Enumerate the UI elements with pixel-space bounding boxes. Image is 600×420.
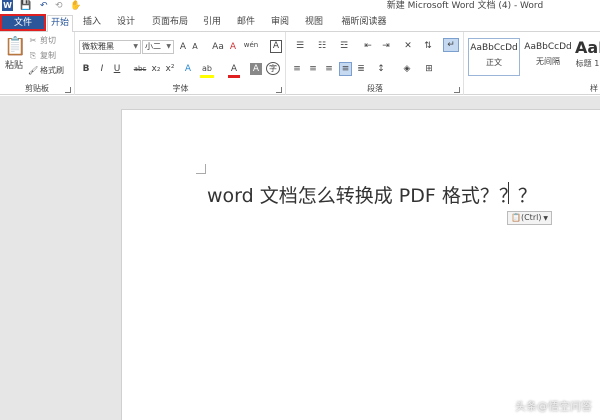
tab-references[interactable]: 引用 bbox=[198, 15, 226, 32]
shading-icon[interactable]: ◈ bbox=[399, 63, 415, 75]
tab-foxit-reader[interactable]: 福昕阅读器 bbox=[336, 15, 392, 32]
styles-group: AaBbCcDd 正文 AaBbCcDd 无间隔 AaB 标题 1 样 bbox=[465, 32, 600, 95]
font-label: 字体 bbox=[172, 84, 189, 93]
chinese-layout-icon[interactable]: ✕ bbox=[399, 40, 417, 52]
font-family-value: 微软雅黑 bbox=[82, 42, 114, 51]
bullets-icon[interactable]: ☰ bbox=[291, 40, 309, 52]
font-size-select[interactable]: 小二 ▼ bbox=[142, 40, 174, 54]
font-launcher-icon[interactable] bbox=[276, 87, 282, 93]
strikethrough-button[interactable]: abc bbox=[132, 63, 148, 75]
paste-options-button[interactable]: 📋(Ctrl) ▼ bbox=[507, 211, 552, 225]
distributed-icon[interactable]: ≣ bbox=[355, 63, 367, 75]
document-workspace: word 文档怎么转换成 PDF 格式？？？ 📋(Ctrl) ▼ 头条@悟空问答 bbox=[0, 96, 600, 420]
styles-label: 样 bbox=[590, 84, 598, 93]
line-spacing-icon[interactable]: ↕ bbox=[373, 63, 389, 75]
clipboard-launcher-icon[interactable] bbox=[65, 87, 71, 93]
underline-button[interactable]: U bbox=[112, 63, 122, 75]
clipboard-label: 剪贴板 bbox=[25, 84, 49, 93]
paragraph-group: ☰ ☷ ☲ ⇤ ⇥ ✕ ⇅ ↵ ≡ ≡ ≡ ≡ ≣ ↕ ◈ ⊞ 段落 bbox=[287, 32, 464, 95]
format-painter-button[interactable]: 格式刷 bbox=[40, 65, 72, 77]
align-left-icon[interactable]: ≡ bbox=[291, 63, 303, 75]
title-bar: W 💾 ↶ ⟲ ✋ 新建 Microsoft Word 文档 (4) - Wor… bbox=[0, 0, 600, 13]
paste-button[interactable]: 粘贴 bbox=[2, 60, 26, 72]
subscript-button[interactable]: x₂ bbox=[150, 63, 162, 75]
format-painter-icon: 🖌 bbox=[28, 66, 39, 75]
italic-button[interactable]: I bbox=[97, 63, 107, 75]
watermark: 头条@悟空问答 bbox=[515, 400, 592, 413]
style-heading-1-name: 标题 1 bbox=[575, 59, 600, 68]
ribbon-tabs: 文件 开始 插入 设计 页面布局 引用 邮件 审阅 视图 福昕阅读器 bbox=[0, 13, 600, 33]
enclose-characters-button[interactable]: 字 bbox=[266, 62, 280, 75]
chevron-down-icon: ▼ bbox=[541, 215, 548, 222]
tab-insert[interactable]: 插入 bbox=[78, 15, 106, 32]
font-group: 微软雅黑 ▼ 小二 ▼ A A Aa A wén A B I U abc x₂ x²… bbox=[76, 32, 286, 95]
document-text[interactable]: word 文档怎么转换成 PDF 格式？？？ bbox=[207, 181, 537, 208]
style-no-spacing-preview: AaBbCcDd bbox=[524, 42, 572, 52]
margin-corner-marker bbox=[196, 164, 206, 174]
copy-icon: ⎘ bbox=[29, 51, 37, 60]
tab-home[interactable]: 开始 bbox=[47, 15, 73, 33]
ribbon: 📋 粘贴 ✂ 剪切 ⎘ 复制 🖌 格式刷 剪贴板 微软雅黑 ▼ 小二 ▼ A A A… bbox=[0, 32, 600, 95]
numbering-icon[interactable]: ☷ bbox=[313, 40, 331, 52]
paragraph-launcher-icon[interactable] bbox=[454, 87, 460, 93]
shrink-font-button[interactable]: A bbox=[190, 41, 200, 53]
copy-button[interactable]: 复制 bbox=[40, 50, 66, 62]
document-page[interactable]: word 文档怎么转换成 PDF 格式？？？ 📋(Ctrl) ▼ bbox=[121, 109, 600, 420]
cut-button[interactable]: 剪切 bbox=[40, 35, 66, 47]
style-normal-name: 正文 bbox=[486, 58, 502, 67]
character-border-button[interactable]: A bbox=[270, 40, 282, 53]
bold-button[interactable]: B bbox=[81, 63, 91, 75]
tab-design[interactable]: 设计 bbox=[112, 15, 140, 32]
sort-icon[interactable]: ⇅ bbox=[421, 40, 435, 52]
style-no-spacing-name: 无间隔 bbox=[536, 57, 560, 66]
phonetic-guide-button[interactable]: wén bbox=[242, 39, 260, 51]
justify-icon[interactable]: ≡ bbox=[339, 62, 352, 76]
style-normal[interactable]: AaBbCcDd 正文 bbox=[468, 38, 520, 76]
clear-formatting-button[interactable]: A bbox=[228, 41, 238, 53]
paragraph-label: 段落 bbox=[367, 84, 383, 93]
grow-font-button[interactable]: A bbox=[178, 41, 188, 53]
align-center-icon[interactable]: ≡ bbox=[307, 63, 319, 75]
text-cursor bbox=[508, 182, 509, 204]
clipboard-icon: 📋 bbox=[4, 36, 27, 57]
window-title: 新建 Microsoft Word 文档 (4) - Word bbox=[386, 1, 544, 11]
superscript-button[interactable]: x² bbox=[164, 63, 176, 75]
style-no-spacing[interactable]: AaBbCcDd 无间隔 bbox=[522, 38, 574, 76]
tab-file[interactable]: 文件 bbox=[0, 14, 46, 31]
tab-review[interactable]: 审阅 bbox=[266, 15, 294, 32]
tab-page-layout[interactable]: 页面布局 bbox=[146, 15, 194, 32]
clipboard-group: 📋 粘贴 ✂ 剪切 ⎘ 复制 🖌 格式刷 剪贴板 bbox=[0, 32, 75, 95]
font-size-value: 小二 bbox=[145, 42, 161, 51]
character-shading-button[interactable]: A bbox=[250, 63, 262, 75]
chevron-down-icon: ▼ bbox=[166, 43, 171, 50]
style-normal-preview: AaBbCcDd bbox=[470, 43, 518, 53]
multilevel-list-icon[interactable]: ☲ bbox=[335, 40, 353, 52]
clipboard-icon: 📋 bbox=[511, 213, 521, 222]
font-color-button[interactable]: A bbox=[228, 63, 240, 78]
tab-view[interactable]: 视图 bbox=[300, 15, 328, 32]
style-heading-1-preview: AaB bbox=[575, 38, 600, 57]
borders-icon[interactable]: ⊞ bbox=[421, 63, 437, 75]
change-case-button[interactable]: Aa bbox=[210, 41, 226, 53]
chevron-down-icon: ▼ bbox=[133, 43, 138, 50]
increase-indent-icon[interactable]: ⇥ bbox=[379, 40, 393, 52]
tab-mailings[interactable]: 邮件 bbox=[232, 15, 260, 32]
align-right-icon[interactable]: ≡ bbox=[323, 63, 335, 75]
paste-options-label: (Ctrl) bbox=[520, 213, 542, 222]
text-effects-button[interactable]: A bbox=[182, 63, 194, 75]
show-marks-icon[interactable]: ↵ bbox=[443, 38, 459, 52]
font-family-select[interactable]: 微软雅黑 ▼ bbox=[79, 40, 141, 54]
cut-icon: ✂ bbox=[29, 36, 37, 45]
highlight-button[interactable]: ab bbox=[200, 63, 214, 78]
style-heading-1[interactable]: AaB 标题 1 bbox=[575, 38, 600, 76]
decrease-indent-icon[interactable]: ⇤ bbox=[361, 40, 375, 52]
